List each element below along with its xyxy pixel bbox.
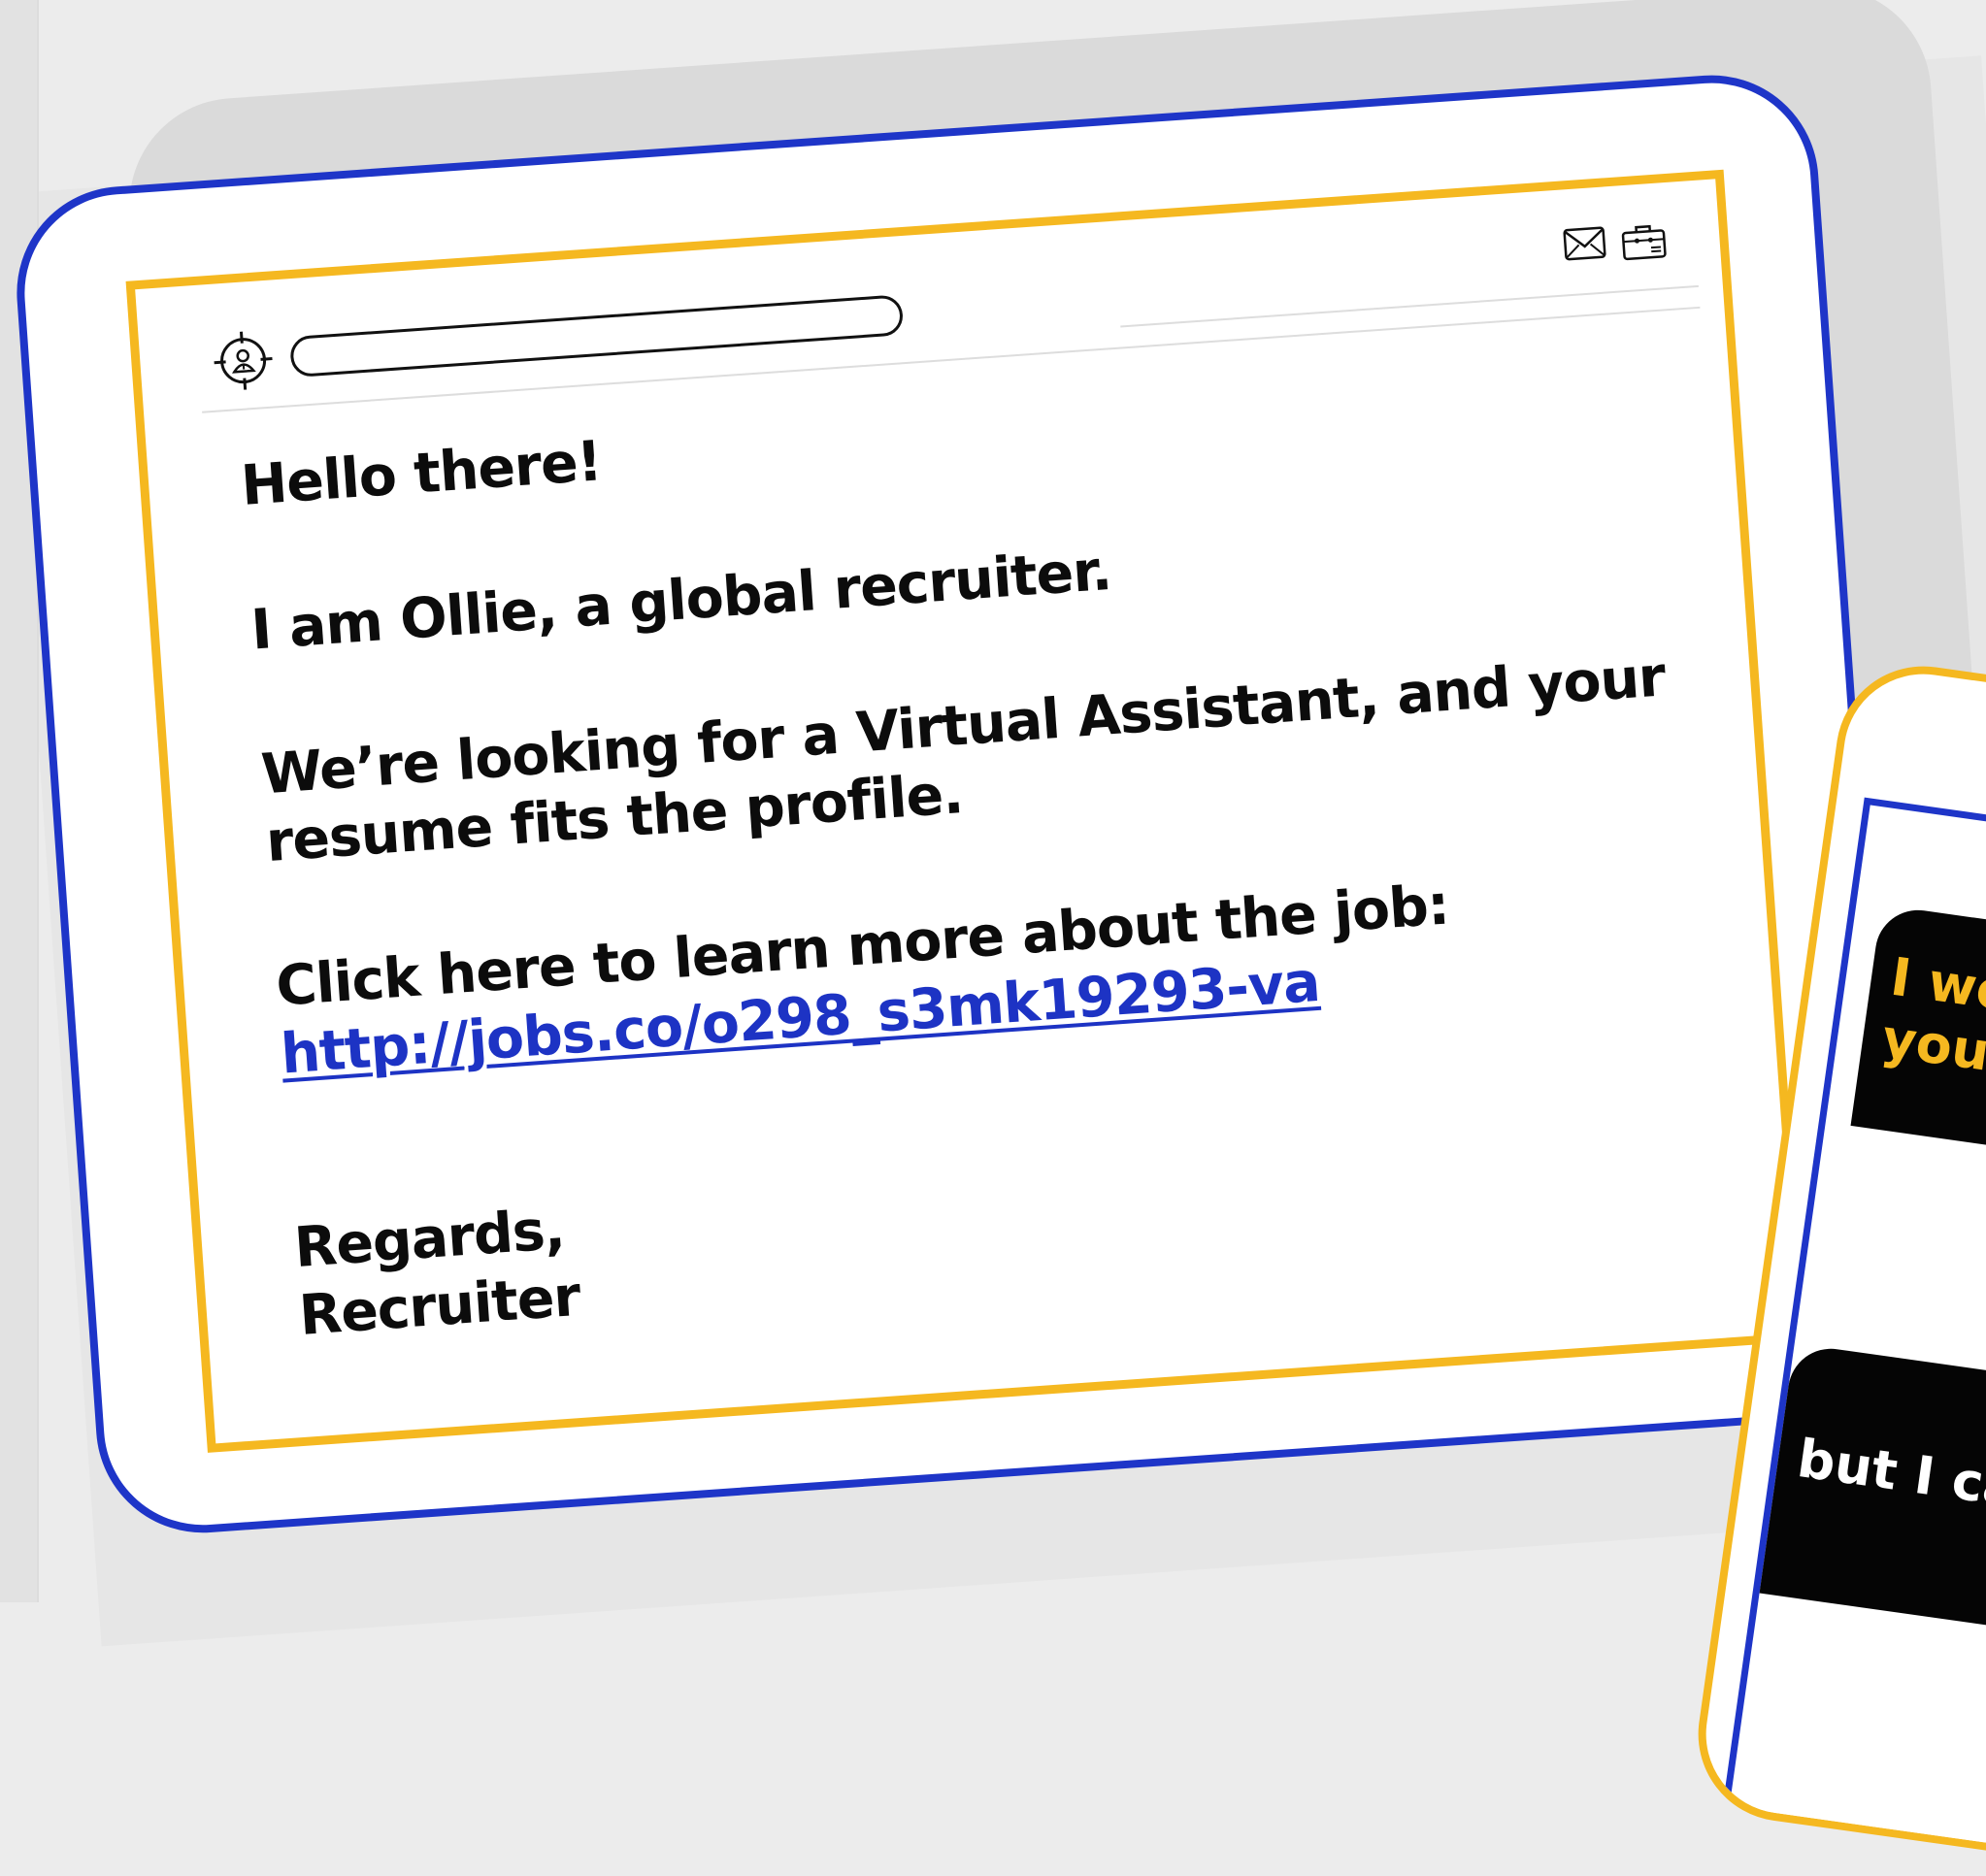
- toolbar-right: [1562, 221, 1667, 265]
- email-body: Hello there! I am Ollie, a global recrui…: [239, 351, 1754, 1350]
- envelope-icon[interactable]: [1562, 225, 1607, 265]
- chat-bubble-2: but I ca: [1760, 1343, 1986, 1661]
- toolbar-divider-upper: [1120, 285, 1699, 328]
- briefcase-icon[interactable]: [1620, 221, 1668, 261]
- address-row: [211, 284, 905, 393]
- chat-bubble-1-line-2: you: [1878, 1007, 1986, 1083]
- chat-bubble-2-text: but I ca: [1794, 1428, 1986, 1519]
- illustration: Hello there! I am Ollie, a global recrui…: [0, 0, 1986, 1602]
- tablet: Hello there! I am Ollie, a global recrui…: [10, 68, 1904, 1539]
- chat-bubble-1: I woyou: [1851, 905, 1986, 1193]
- recruiter-target-icon: [211, 329, 275, 393]
- email-screen: Hello there! I am Ollie, a global recrui…: [126, 170, 1805, 1453]
- search-input[interactable]: [289, 294, 904, 378]
